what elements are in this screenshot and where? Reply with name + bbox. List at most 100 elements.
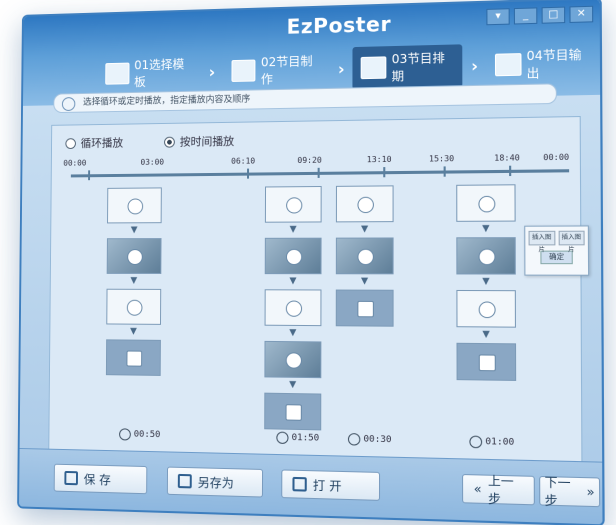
play-icon	[357, 248, 374, 266]
step-edit-program[interactable]: 02节目制作	[223, 48, 330, 92]
save-as-icon	[177, 473, 192, 489]
save-button[interactable]: 保 存	[53, 463, 148, 495]
prev-button[interactable]: « 上一步	[462, 474, 535, 506]
play-icon	[285, 248, 303, 266]
down-arrow-icon: ▼	[482, 223, 490, 235]
down-arrow-icon: ▼	[289, 276, 297, 287]
program-thumb[interactable]	[335, 185, 394, 223]
down-arrow-icon: ▼	[289, 327, 297, 339]
down-arrow-icon: ▼	[361, 276, 369, 287]
next-button[interactable]: 下一步 »	[539, 475, 601, 509]
popup-option[interactable]: 插入图片	[558, 230, 585, 254]
clock-icon	[119, 428, 131, 441]
time-marker[interactable]	[383, 167, 386, 178]
button-label: 下一步	[544, 475, 571, 509]
program-column: ▼ ▼ ▼ ▼	[264, 185, 322, 431]
time-marker[interactable]	[443, 166, 446, 177]
time-marker[interactable]	[509, 165, 512, 177]
maximize-button[interactable]: □	[541, 6, 566, 24]
app-title: EzPoster	[286, 11, 392, 39]
radio-label: 按时间播放	[179, 134, 235, 149]
popup-option[interactable]: 插入图片	[528, 230, 555, 254]
button-label: 保 存	[83, 471, 111, 487]
open-button[interactable]: 打 开	[281, 469, 381, 501]
play-icon	[285, 352, 302, 369]
tick-label: 00:00	[543, 152, 570, 163]
hint-icon	[61, 97, 76, 112]
open-icon	[292, 476, 307, 492]
time-marker[interactable]	[317, 167, 320, 178]
hint-text: 选择循环或定时播放，指定播放内容及顺序	[82, 94, 251, 108]
footer-bar: 保 存 另存为 打 开 « 上一步 下一步 »	[19, 447, 603, 525]
clock-icon	[469, 435, 483, 449]
schedule-icon	[360, 56, 387, 80]
insert-popup: 插入图片 插入图片 确定	[524, 225, 590, 276]
program-thumb[interactable]	[264, 340, 322, 379]
play-icon	[285, 404, 302, 421]
play-icon	[127, 198, 144, 215]
edit-icon	[231, 59, 256, 82]
step-select-template[interactable]: 01选择模板	[97, 51, 201, 95]
radio-timed[interactable]: 按时间播放	[164, 133, 234, 150]
play-icon	[478, 301, 496, 319]
prev-icon: «	[473, 481, 482, 497]
step-arrow-icon: ›	[471, 55, 479, 76]
next-icon: »	[586, 484, 595, 500]
program-thumb[interactable]	[106, 238, 162, 274]
play-icon	[126, 299, 143, 316]
program-column: ▼ ▼ ▼	[456, 184, 517, 381]
program-thumb[interactable]	[264, 185, 322, 223]
play-icon	[357, 300, 374, 318]
program-thumb[interactable]	[106, 288, 162, 325]
video-thumb[interactable]	[105, 339, 161, 376]
program-thumb[interactable]	[264, 289, 322, 327]
play-icon	[357, 196, 374, 214]
radio-loop[interactable]: 循环播放	[65, 134, 123, 151]
program-thumb[interactable]	[107, 187, 162, 224]
video-thumb[interactable]	[264, 392, 322, 431]
window-controls: ▾ _ □ ✕	[486, 5, 594, 26]
tick-label: 06:10	[231, 156, 256, 166]
popup-options: 插入图片 插入图片	[525, 226, 588, 254]
program-column: ▼ ▼	[335, 185, 394, 327]
step-label: 02节目制作	[260, 54, 313, 87]
tick-label: 00:00	[63, 158, 87, 168]
duration-value: 01:00	[485, 436, 515, 449]
program-thumb[interactable]	[456, 289, 516, 328]
play-icon	[126, 350, 143, 367]
program-thumb[interactable]	[335, 237, 394, 275]
program-thumb[interactable]	[264, 237, 322, 275]
stage: EzPoster ▾ _ □ ✕ 01选择模板 › 02节目制作 › 03节目排…	[0, 0, 616, 525]
step-label: 03节目排期	[391, 50, 445, 84]
radio-indicator	[65, 137, 76, 149]
step-arrow-icon: ›	[208, 61, 216, 81]
time-marker[interactable]	[247, 168, 250, 179]
down-arrow-icon: ▼	[361, 224, 369, 235]
step-label: 04节目输出	[526, 47, 582, 81]
video-thumb[interactable]	[456, 342, 517, 381]
play-icon	[285, 300, 303, 317]
tick-label: 03:00	[140, 157, 165, 167]
minimize-button[interactable]: _	[513, 7, 538, 25]
down-arrow-icon: ▼	[130, 225, 138, 236]
video-thumb[interactable]	[335, 289, 394, 327]
output-icon	[494, 53, 522, 77]
step-schedule[interactable]: 03节目排期	[352, 44, 463, 90]
duration-value: 00:30	[363, 434, 392, 446]
step-output[interactable]: 04节目输出	[486, 41, 600, 87]
close-button[interactable]: ✕	[569, 5, 594, 23]
save-as-button[interactable]: 另存为	[166, 466, 264, 498]
tick-label: 15:30	[428, 153, 455, 164]
timeline-track[interactable]	[70, 169, 570, 178]
radio-label: 循环播放	[80, 136, 124, 150]
program-thumb[interactable]	[456, 184, 516, 222]
play-icon	[478, 354, 496, 372]
down-arrow-icon: ▼	[482, 329, 490, 340]
time-marker[interactable]	[88, 170, 91, 181]
step-arrow-icon: ›	[337, 58, 345, 79]
program-thumb[interactable]	[456, 237, 516, 275]
menu-button[interactable]: ▾	[486, 8, 510, 26]
step-label: 01选择模板	[134, 57, 185, 90]
program-column: ▼ ▼ ▼	[105, 187, 162, 376]
button-label: 另存为	[197, 474, 234, 491]
